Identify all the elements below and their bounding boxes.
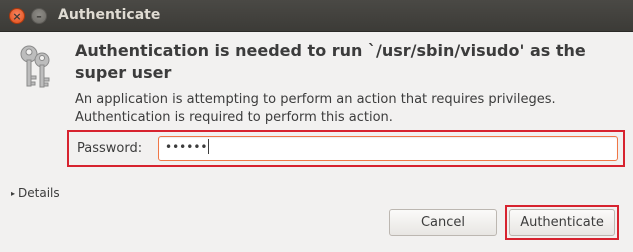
cancel-button[interactable]: Cancel — [389, 209, 497, 236]
dialog-description: An application is attempting to perform … — [75, 92, 556, 125]
authenticate-button[interactable]: Authenticate — [509, 209, 615, 236]
dialog-headline: Authentication is needed to run `/usr/sb… — [75, 41, 586, 82]
close-button[interactable]: × — [9, 8, 25, 24]
details-label: Details — [18, 186, 60, 200]
keys-icon — [20, 45, 50, 88]
minimize-button[interactable]: – — [31, 8, 47, 24]
expand-arrow-icon: ▸ — [11, 189, 16, 198]
minimize-icon: – — [36, 10, 42, 23]
auth-dialog: × – Authenticate Authentication is neede… — [0, 0, 633, 252]
close-icon: × — [12, 10, 22, 23]
password-row-highlight: Password: •••••• — [67, 130, 625, 167]
text-caret — [208, 139, 210, 154]
window-title: Authenticate — [58, 7, 161, 23]
details-expander[interactable]: ▸ Details — [11, 186, 60, 200]
password-label: Password: — [77, 141, 143, 156]
title-bar: × – Authenticate — [0, 0, 633, 32]
password-field[interactable]: •••••• — [158, 136, 618, 161]
password-value: •••••• — [165, 139, 210, 154]
